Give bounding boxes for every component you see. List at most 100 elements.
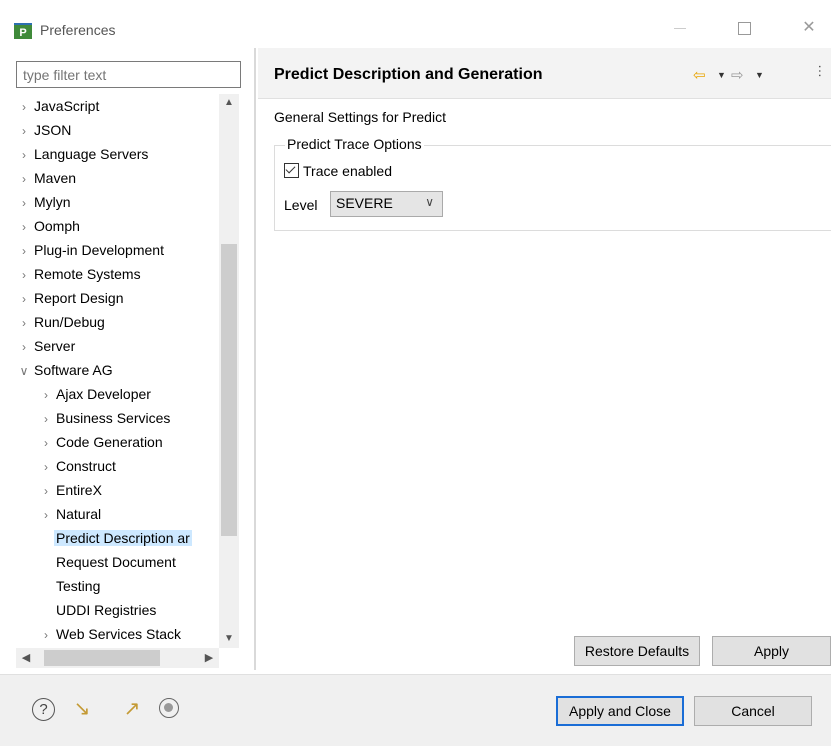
scroll-right-icon[interactable]: ▶ <box>199 648 219 668</box>
tree-item[interactable]: › Web Services Stack <box>38 622 218 646</box>
collapsed-arrow-icon[interactable]: › <box>38 383 54 407</box>
tree-item-label: JavaScript <box>34 98 100 114</box>
tree-item-label: Oomph <box>34 218 80 234</box>
scroll-thumb[interactable] <box>221 244 237 536</box>
tree-item-label: Server <box>34 338 76 354</box>
collapsed-arrow-icon[interactable]: › <box>16 143 32 167</box>
collapsed-arrow-icon[interactable]: › <box>38 623 54 647</box>
tree-item[interactable]: Testing <box>38 574 218 598</box>
tree-item-label: Request Document <box>56 554 176 570</box>
expanded-arrow-icon[interactable]: ∨ <box>16 359 32 383</box>
tree-item-label: Ajax Developer <box>56 386 151 402</box>
collapsed-arrow-icon[interactable]: › <box>16 95 32 119</box>
tree-item[interactable]: › Maven <box>16 166 218 190</box>
record-icon[interactable] <box>158 697 182 721</box>
level-select[interactable]: SEVERE ∨ <box>330 191 443 217</box>
tree-item-label: Plug-in Development <box>34 242 164 258</box>
level-label: Level <box>284 197 318 213</box>
maximize-button[interactable] <box>724 14 764 42</box>
hscroll-thumb[interactable] <box>44 650 160 666</box>
apply-and-close-button[interactable]: Apply and Close <box>556 696 684 726</box>
tree-item[interactable]: UDDI Registries <box>38 598 218 622</box>
tree-item[interactable]: › Oomph <box>16 214 218 238</box>
level-value: SEVERE <box>336 195 393 211</box>
tree-item[interactable]: › EntireX <box>38 478 218 502</box>
chevron-down-icon: ∨ <box>425 195 434 209</box>
preference-tree: › JavaScript › JSON › Language Servers › Maven ›… <box>16 94 218 648</box>
collapsed-arrow-icon[interactable]: › <box>16 167 32 191</box>
scroll-left-icon[interactable]: ◀ <box>16 648 36 668</box>
tree-item-label: Run/Debug <box>34 314 105 330</box>
panel-splitter[interactable] <box>254 48 256 670</box>
tree-item[interactable]: › Code Generation <box>38 430 218 454</box>
tree-item-label: Natural <box>56 506 102 522</box>
trace-options-group <box>274 145 831 231</box>
collapsed-arrow-icon[interactable]: › <box>16 239 32 263</box>
help-icon[interactable]: ? <box>32 698 55 721</box>
checkbox-checked-icon[interactable] <box>284 163 299 178</box>
tree-vertical-scrollbar[interactable]: ▲ ▼ <box>219 94 239 648</box>
tree-item[interactable]: ∨ Software AG <box>16 358 218 382</box>
collapsed-arrow-icon[interactable]: › <box>38 455 54 479</box>
tree-item-label: Construct <box>56 458 116 474</box>
tree-item[interactable]: › Run/Debug <box>16 310 218 334</box>
tree-item-label: Report Design <box>34 290 124 306</box>
tree-item[interactable]: › Remote Systems <box>16 262 218 286</box>
tree-item-label: Mylyn <box>34 194 71 210</box>
collapsed-arrow-icon[interactable]: › <box>16 215 32 239</box>
tree-item-label: UDDI Registries <box>56 602 157 618</box>
tree-item[interactable]: Predict Description ar <box>38 526 218 550</box>
tree-item[interactable]: › Business Services <box>38 406 218 430</box>
tree-item[interactable]: › Mylyn <box>16 190 218 214</box>
tree-item[interactable]: › JavaScript <box>16 94 218 118</box>
export-icon[interactable]: ↗ <box>120 697 144 721</box>
scroll-down-icon[interactable]: ▼ <box>219 630 239 648</box>
forward-dropdown-icon[interactable]: ▼ <box>755 70 764 80</box>
tree-item[interactable]: › Server <box>16 334 218 358</box>
tree-item[interactable]: › Construct <box>38 454 218 478</box>
close-button[interactable]: ✕ <box>789 14 829 42</box>
collapsed-arrow-icon[interactable]: › <box>38 407 54 431</box>
tree-item-label: EntireX <box>56 482 102 498</box>
collapsed-arrow-icon[interactable]: › <box>38 431 54 455</box>
tree-horizontal-scrollbar[interactable]: ◀ ▶ <box>16 648 219 668</box>
more-options-icon[interactable]: … <box>816 64 831 76</box>
restore-defaults-button[interactable]: Restore Defaults <box>574 636 700 666</box>
filter-input[interactable] <box>16 61 241 88</box>
trace-enabled-checkbox[interactable]: Trace enabled <box>284 163 392 179</box>
tree-item[interactable]: Request Document <box>38 550 218 574</box>
tree-item-label: Language Servers <box>34 146 149 162</box>
scroll-up-icon[interactable]: ▲ <box>219 94 239 112</box>
minimize-button[interactable] <box>660 14 700 42</box>
collapsed-arrow-icon[interactable]: › <box>16 287 32 311</box>
apply-button[interactable]: Apply <box>712 636 831 666</box>
back-arrow-icon[interactable]: ⇦ <box>693 66 706 84</box>
back-dropdown-icon[interactable]: ▼ <box>717 70 726 80</box>
page-title: Predict Description and Generation <box>274 66 543 83</box>
tree-item-label: Remote Systems <box>34 266 141 282</box>
tree-item-label: JSON <box>34 122 72 138</box>
window-title: Preferences <box>40 22 116 38</box>
page-header: Predict Description and Generation ⇦ ▼ ⇨… <box>258 48 831 99</box>
collapsed-arrow-icon[interactable]: › <box>16 311 32 335</box>
tree-item-label: Maven <box>34 170 77 186</box>
tree-item[interactable]: › Report Design <box>16 286 218 310</box>
collapsed-arrow-icon[interactable]: › <box>38 479 54 503</box>
collapsed-arrow-icon[interactable]: › <box>16 335 32 359</box>
tree-item[interactable]: › JSON <box>16 118 218 142</box>
tree-item-label: Predict Description ar <box>54 530 192 546</box>
forward-arrow-icon[interactable]: ⇨ <box>731 66 744 84</box>
cancel-button[interactable]: Cancel <box>694 696 812 726</box>
tree-item-label: Code Generation <box>56 434 163 450</box>
import-icon[interactable]: ↘ <box>70 697 94 721</box>
tree-item[interactable]: › Ajax Developer <box>38 382 218 406</box>
tree-item[interactable]: › Language Servers <box>16 142 218 166</box>
title-bar: P Preferences ✕ <box>0 0 831 42</box>
collapsed-arrow-icon[interactable]: › <box>16 119 32 143</box>
tree-item[interactable]: › Plug-in Development <box>16 238 218 262</box>
preferences-app-icon: P <box>14 23 32 39</box>
collapsed-arrow-icon[interactable]: › <box>16 191 32 215</box>
collapsed-arrow-icon[interactable]: › <box>38 503 54 527</box>
collapsed-arrow-icon[interactable]: › <box>16 263 32 287</box>
tree-item[interactable]: › Natural <box>38 502 218 526</box>
